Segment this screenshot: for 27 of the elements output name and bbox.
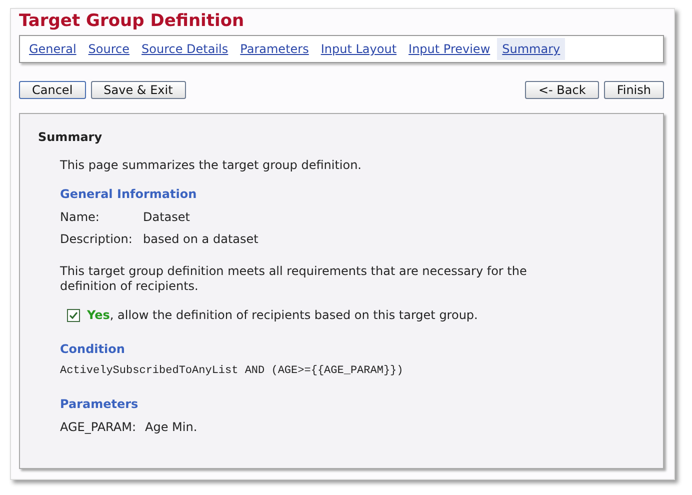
condition-text: ActivelySubscribedToAnyList AND (AGE>={{AGE_PARAM}}) [60,365,404,377]
finish-button[interactable]: Finish [604,81,664,99]
field-value: based on a dataset [143,232,258,246]
checkbox-label: Yes, allow the definition of recipients based on this target group. [87,308,478,322]
page-title: Target Group Definition [19,11,246,33]
requirements-text: This target group definition meets all requirements that are necessary for the definition of recipients. [60,264,528,294]
tab[interactable]: Input Layout [316,38,402,60]
tab[interactable]: General [24,38,82,60]
field-label: Description: [60,232,134,246]
intro-text: This page summarizes the target group definition. [60,158,362,173]
field-label: Name: [60,210,100,224]
section-heading: Parameters [60,397,140,411]
tab[interactable]: Source Details [136,38,234,60]
tab[interactable]: Source [83,38,135,60]
back-button[interactable]: <- Back [525,81,599,99]
parameter-name: AGE_PARAM: [60,420,136,434]
parameter-value: Age Min. [145,420,198,434]
panel-heading: Summary [38,130,104,144]
field-value: Dataset [143,210,190,224]
section-heading: General Information [60,187,198,201]
save-exit-button[interactable]: Save & Exit [90,81,186,99]
section-heading: Condition [60,342,126,356]
tab[interactable]: Summary [497,38,566,60]
checkbox[interactable] [67,308,80,322]
tab[interactable]: Parameters [235,38,314,60]
cancel-button[interactable]: Cancel [19,81,86,99]
tab[interactable]: Input Preview [404,38,496,60]
